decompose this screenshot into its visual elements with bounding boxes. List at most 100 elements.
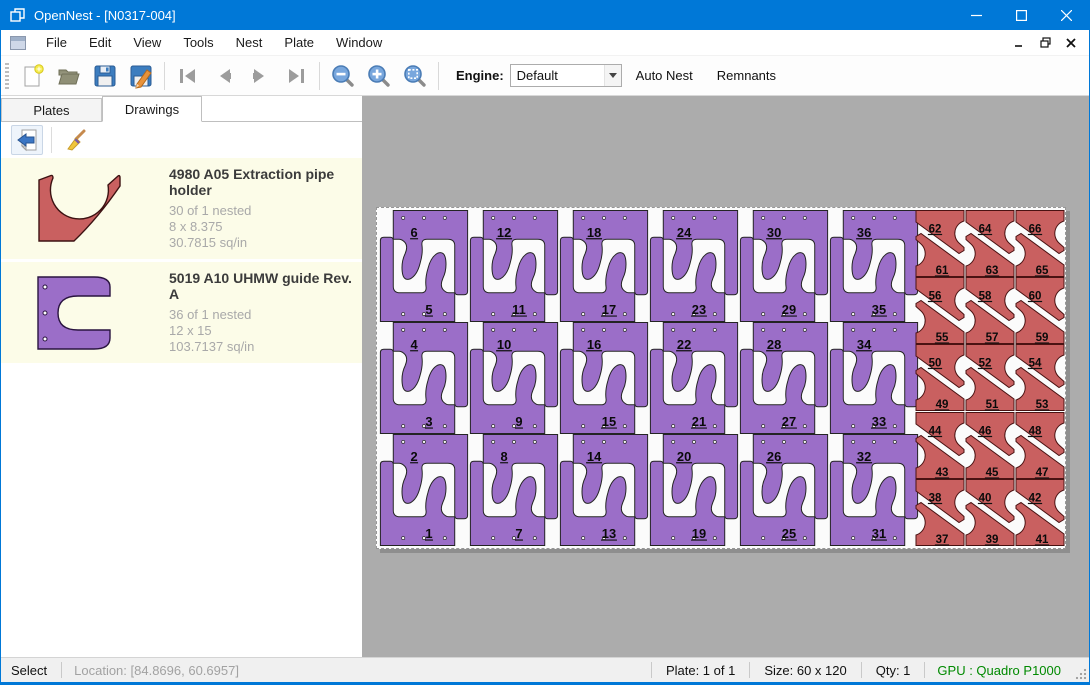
nest-canvas[interactable]: 6512111817242330293635431091615222128273… (363, 96, 1089, 657)
toolbar-separator (438, 62, 439, 90)
mdi-document-icon[interactable] (10, 36, 26, 50)
drawing-nested-count: 30 of 1 nested (169, 203, 356, 219)
open-button[interactable] (51, 60, 87, 92)
nest-pair-cell[interactable]: 1413 (559, 434, 649, 546)
svg-text:40: 40 (979, 492, 992, 504)
nest-pair-cell[interactable]: 21 (379, 434, 469, 546)
menu-window[interactable]: Window (325, 31, 393, 54)
nest-pair-cell[interactable]: 5655 (915, 277, 965, 344)
nest-pair-cell[interactable]: 5857 (965, 277, 1015, 344)
nest-pair-cell[interactable]: 2423 (649, 210, 739, 322)
save-as-button[interactable] (123, 60, 159, 92)
nest-pair-cell[interactable]: 4241 (1015, 479, 1065, 546)
nest-pair-cell[interactable]: 6261 (915, 210, 965, 277)
nest-pair-cell[interactable]: 2221 (649, 322, 739, 434)
zoom-fit-button[interactable] (397, 60, 433, 92)
nav-last-button[interactable] (278, 60, 314, 92)
menu-edit[interactable]: Edit (78, 31, 122, 54)
tab-drawings[interactable]: Drawings (102, 96, 202, 122)
nest-pair-cell[interactable]: 109 (469, 322, 559, 434)
svg-text:37: 37 (936, 534, 949, 546)
nest-pair-cell[interactable]: 2019 (649, 434, 739, 546)
nest-pair-cell[interactable]: 1615 (559, 322, 649, 434)
svg-text:29: 29 (782, 302, 796, 317)
import-drawing-button[interactable] (11, 125, 43, 155)
nest-pair-cell[interactable]: 3029 (739, 210, 829, 322)
nav-next-button[interactable] (242, 60, 278, 92)
menu-view[interactable]: View (122, 31, 172, 54)
nest-pair-cell[interactable]: 3635 (829, 210, 919, 322)
svg-text:32: 32 (857, 449, 871, 464)
maximize-button[interactable] (999, 0, 1044, 30)
clean-icon (64, 128, 88, 152)
drawing-dimensions: 12 x 15 (169, 323, 356, 339)
nest-pair-cell[interactable]: 5251 (965, 344, 1015, 411)
nest-pair-cell[interactable]: 4645 (965, 412, 1015, 479)
svg-text:23: 23 (692, 302, 706, 317)
svg-text:53: 53 (1036, 399, 1049, 411)
svg-text:36: 36 (857, 225, 871, 240)
svg-text:46: 46 (979, 425, 992, 437)
nest-pair-cell[interactable]: 43 (379, 322, 469, 434)
nest-pair-cell[interactable]: 1817 (559, 210, 649, 322)
svg-text:7: 7 (515, 526, 522, 541)
nest-pair-cell[interactable]: 1211 (469, 210, 559, 322)
tab-plates[interactable]: Plates (1, 98, 102, 121)
zoom-fit-icon (402, 63, 428, 89)
mdi-restore-button[interactable] (1035, 34, 1055, 52)
close-button[interactable] (1044, 0, 1089, 30)
nav-first-button[interactable] (170, 60, 206, 92)
nest-pair-cell[interactable]: 65 (379, 210, 469, 322)
menu-nest[interactable]: Nest (225, 31, 274, 54)
nest-pair-cell[interactable]: 5049 (915, 344, 965, 411)
nest-pair-cell[interactable]: 2625 (739, 434, 829, 546)
drawing-area: 30.7815 sq/in (169, 235, 356, 251)
menu-plate[interactable]: Plate (273, 31, 325, 54)
svg-text:8: 8 (501, 449, 508, 464)
svg-text:51: 51 (986, 399, 999, 411)
svg-text:1: 1 (425, 526, 432, 541)
save-button[interactable] (87, 60, 123, 92)
mdi-restore-icon (1040, 37, 1051, 48)
clean-button[interactable] (60, 125, 92, 155)
drawing-item-extraction-pipe-holder[interactable]: 4980 A05 Extraction pipe holder 30 of 1 … (1, 158, 362, 259)
svg-text:58: 58 (979, 291, 992, 303)
nest-pair-cell[interactable]: 6665 (1015, 210, 1065, 277)
nest-pair-cell[interactable]: 6059 (1015, 277, 1065, 344)
menu-tools[interactable]: Tools (172, 31, 224, 54)
nest-pair-cell[interactable]: 4847 (1015, 412, 1065, 479)
plate-sheet[interactable]: 6512111817242330293635431091615222128273… (376, 207, 1066, 549)
nav-prev-button[interactable] (206, 60, 242, 92)
svg-text:17: 17 (602, 302, 616, 317)
app-icon (10, 7, 26, 23)
svg-text:28: 28 (767, 337, 781, 352)
svg-text:66: 66 (1029, 224, 1042, 236)
drawing-item-uhmw-guide[interactable]: 5019 A10 UHMW guide Rev. A 36 of 1 neste… (1, 262, 362, 363)
toolbar-grip[interactable] (5, 63, 9, 89)
nest-pair-cell[interactable]: 3231 (829, 434, 919, 546)
nest-pair-cell[interactable]: 2827 (739, 322, 829, 434)
svg-text:16: 16 (587, 337, 601, 352)
remnants-button[interactable]: Remnants (707, 62, 786, 89)
menu-file[interactable]: File (35, 31, 78, 54)
resize-grip-icon[interactable] (1073, 658, 1089, 682)
zoom-in-button[interactable] (361, 60, 397, 92)
svg-text:21: 21 (692, 414, 706, 429)
nest-pair-cell[interactable]: 5453 (1015, 344, 1065, 411)
nest-pair-cell[interactable]: 4039 (965, 479, 1015, 546)
nest-pair-cell[interactable]: 4443 (915, 412, 965, 479)
nest-pair-cell[interactable]: 87 (469, 434, 559, 546)
auto-nest-button[interactable]: Auto Nest (626, 62, 703, 89)
nest-pair-cell[interactable]: 6463 (965, 210, 1015, 277)
new-button[interactable] (15, 60, 51, 92)
menu-bar: File Edit View Tools Nest Plate Window (1, 30, 1089, 56)
mdi-minimize-button[interactable] (1009, 34, 1029, 52)
nest-pair-cell[interactable]: 3433 (829, 322, 919, 434)
dropdown-arrow-icon[interactable] (604, 65, 621, 86)
nest-pair-cell[interactable]: 3837 (915, 479, 965, 546)
minimize-button[interactable] (954, 0, 999, 30)
mdi-close-button[interactable] (1061, 34, 1081, 52)
nav-next-icon (248, 64, 272, 88)
zoom-out-button[interactable] (325, 60, 361, 92)
engine-combobox[interactable]: Default (510, 64, 622, 87)
